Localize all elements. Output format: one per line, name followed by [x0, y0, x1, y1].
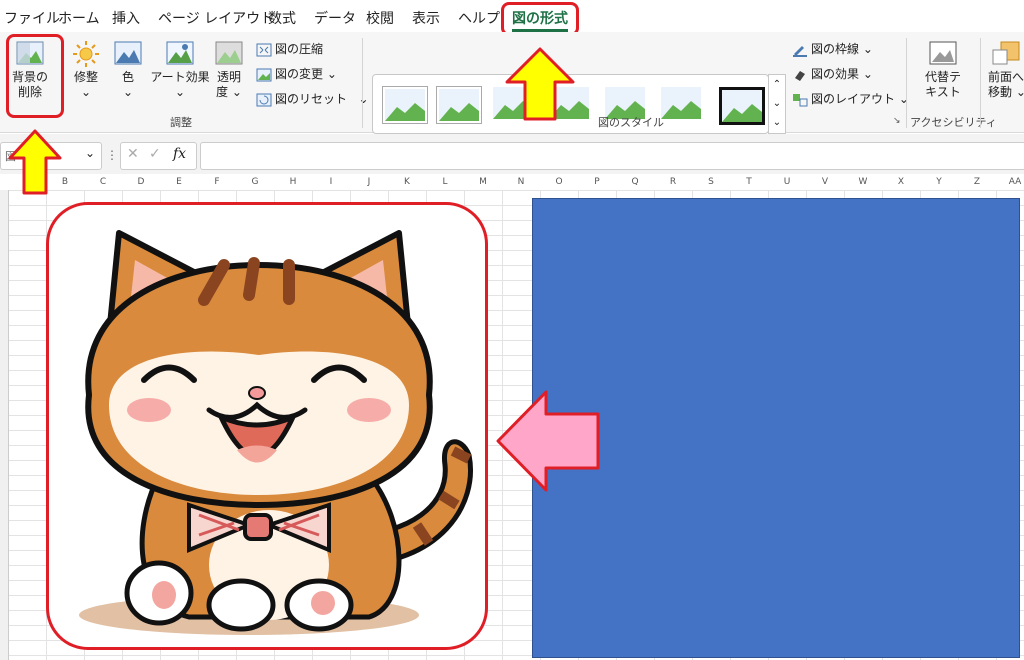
remove-background-highlight: [6, 34, 64, 118]
column-header[interactable]: L: [426, 174, 464, 190]
column-header[interactable]: Z: [958, 174, 996, 190]
reset-picture-button[interactable]: 図のリセット ⌄: [256, 90, 369, 107]
picture-layout-button[interactable]: 図のレイアウト ⌄: [792, 90, 909, 107]
column-header[interactable]: H: [274, 174, 312, 190]
column-header[interactable]: T: [730, 174, 768, 190]
column-header[interactable]: O: [540, 174, 578, 190]
group-label-styles: 図のスタイル: [598, 116, 664, 129]
yellow-arrow-icon: [505, 47, 575, 121]
column-header[interactable]: AA: [996, 174, 1024, 190]
column-header[interactable]: Y: [920, 174, 958, 190]
column-header[interactable]: X: [882, 174, 920, 190]
group-label-adjust: 調整: [170, 116, 192, 129]
menu-review[interactable]: 校閲: [366, 8, 394, 28]
pencil-icon: [793, 45, 807, 57]
more-options-icon: ⋮: [106, 148, 118, 162]
picture-border-button[interactable]: 図の枠線 ⌄: [792, 40, 873, 57]
column-header[interactable]: Q: [616, 174, 654, 190]
formula-bar: 図 ⌄ ⋮ ✕ ✓ fx: [0, 134, 1024, 174]
column-header[interactable]: S: [692, 174, 730, 190]
bring-forward-label-2: 移動 ⌄: [988, 85, 1024, 99]
style-thumb-7[interactable]: [719, 87, 765, 125]
bring-forward-button[interactable]: 前面へ 移動 ⌄: [988, 40, 1024, 100]
blue-rectangle-shape[interactable]: [532, 198, 1020, 658]
column-header[interactable]: G: [236, 174, 274, 190]
chevron-down-icon: ⌄: [174, 85, 186, 99]
column-header[interactable]: V: [806, 174, 844, 190]
color-icon: [114, 41, 142, 65]
gallery-scroll[interactable]: ⌃ ⌄ ⌄: [768, 74, 786, 134]
column-header[interactable]: E: [160, 174, 198, 190]
transparency-label-1: 透明: [216, 70, 241, 84]
fx-icon[interactable]: fx: [173, 146, 186, 162]
alt-text-icon: [929, 41, 957, 65]
menu-view[interactable]: 表示: [412, 8, 440, 28]
transparency-label-2: 度 ⌄: [216, 85, 242, 99]
style-thumb-6[interactable]: [661, 87, 701, 119]
effects-icon: [795, 70, 805, 81]
column-header[interactable]: M: [464, 174, 502, 190]
corrections-label: 修整: [73, 70, 98, 84]
row-headers: [0, 190, 9, 660]
menu-data[interactable]: データ: [314, 8, 356, 28]
column-header[interactable]: U: [768, 174, 806, 190]
group-separator: [906, 38, 907, 128]
bring-forward-label-1: 前面へ: [988, 70, 1024, 84]
sun-icon: [73, 41, 99, 67]
color-button[interactable]: 色 ⌄: [110, 40, 146, 100]
menu-file[interactable]: ファイル: [4, 8, 60, 28]
style-thumb-2[interactable]: [437, 87, 481, 123]
column-header[interactable]: C: [84, 174, 122, 190]
yellow-arrow-icon: [8, 129, 62, 195]
column-header[interactable]: K: [388, 174, 426, 190]
menu-help[interactable]: ヘルプ: [458, 8, 500, 28]
column-header[interactable]: I: [312, 174, 350, 190]
dialog-launcher-icon[interactable]: ↘: [893, 116, 901, 126]
artistic-effects-icon: [166, 41, 194, 65]
color-label: 色: [121, 70, 134, 84]
formula-input[interactable]: [200, 142, 1024, 170]
alt-text-button[interactable]: 代替テ キスト: [918, 40, 968, 100]
layout-icon: [793, 93, 808, 106]
change-picture-icon: [256, 68, 272, 81]
column-header[interactable]: F: [198, 174, 236, 190]
pink-arrow-icon: [496, 390, 600, 492]
alt-text-label-2: キスト: [925, 85, 961, 99]
chevron-down-icon: ⌄: [84, 146, 95, 160]
picture-format-highlight: [501, 2, 579, 36]
picture-effects-button[interactable]: 図の効果 ⌄: [792, 65, 873, 82]
artistic-effects-label: アート効果: [150, 70, 210, 84]
cancel-icon[interactable]: ✕: [127, 146, 139, 162]
style-thumb-1[interactable]: [383, 87, 427, 123]
group-separator: [362, 38, 363, 128]
group-label-accessibility: アクセシビリティ: [910, 116, 997, 129]
chevron-down-icon: ⌄: [80, 85, 92, 99]
cat-picture[interactable]: [46, 202, 488, 650]
column-header[interactable]: W: [844, 174, 882, 190]
transparency-button[interactable]: 透明 度 ⌄: [212, 40, 246, 100]
menu-page-layout[interactable]: ページ レイアウト: [158, 8, 274, 28]
menu-home[interactable]: ホーム: [58, 8, 100, 28]
formula-buttons: ✕ ✓ fx: [120, 142, 197, 170]
column-header[interactable]: D: [122, 174, 160, 190]
compress-icon: [256, 43, 272, 56]
bring-forward-icon: [992, 41, 1020, 65]
menu-insert[interactable]: 挿入: [112, 8, 140, 28]
compress-pictures-button[interactable]: 図の圧縮: [256, 40, 323, 57]
column-header[interactable]: R: [654, 174, 692, 190]
column-header[interactable]: N: [502, 174, 540, 190]
check-icon[interactable]: ✓: [149, 146, 161, 162]
group-separator: [980, 38, 981, 128]
column-header[interactable]: P: [578, 174, 616, 190]
corrections-button[interactable]: 修整 ⌄: [68, 40, 104, 100]
column-header[interactable]: J: [350, 174, 388, 190]
transparency-icon: [215, 41, 243, 65]
menu-formulas[interactable]: 数式: [268, 8, 296, 28]
cat-illustration: [79, 230, 473, 635]
chevron-down-icon: ⌄: [122, 85, 134, 99]
reset-picture-icon: [256, 93, 272, 106]
artistic-effects-button[interactable]: アート効果 ⌄: [150, 40, 210, 100]
change-picture-button[interactable]: 図の変更 ⌄: [256, 65, 337, 82]
alt-text-label-1: 代替テ: [924, 70, 961, 84]
